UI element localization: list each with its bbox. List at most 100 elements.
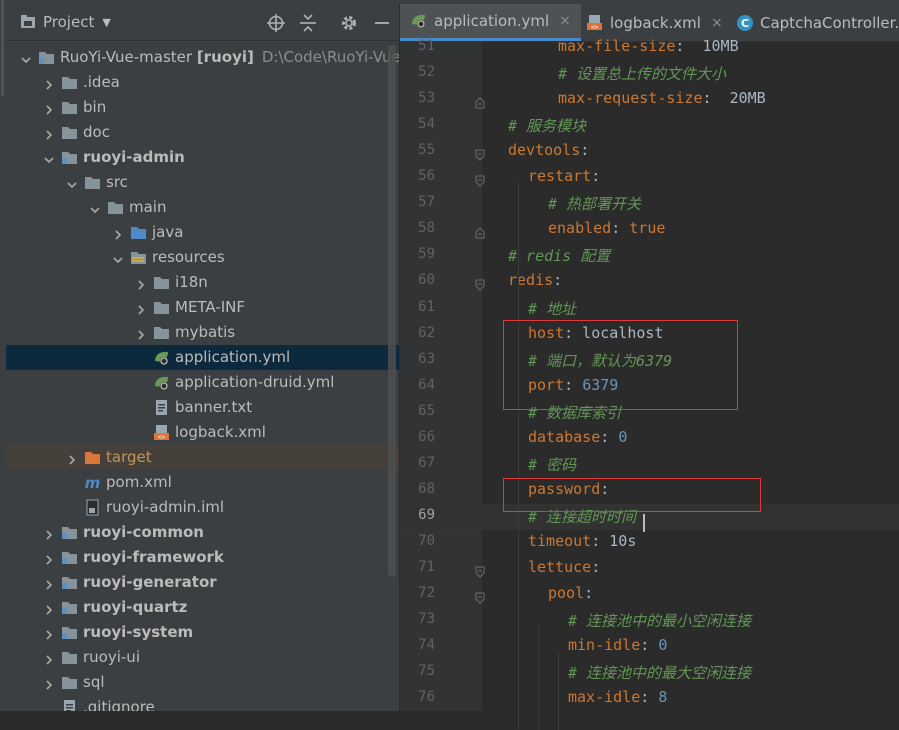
- code-line[interactable]: 75 # 连接池中的最大空闲连接: [400, 660, 899, 686]
- module-folder-icon: [61, 624, 78, 641]
- code-line[interactable]: 53 max-request-size: 20MB: [400, 87, 899, 113]
- tree-item[interactable]: ruoyi-quartz: [6, 595, 399, 620]
- tree-item[interactable]: ruoyi-ui: [6, 645, 399, 670]
- chevron-right-icon[interactable]: [43, 576, 55, 590]
- tree-item[interactable]: ruoyi-generator: [6, 570, 399, 595]
- code-line[interactable]: 76 max-idle: 8: [400, 686, 899, 712]
- code-text: # 服务模块: [508, 117, 587, 136]
- xml-file-icon: <>: [586, 14, 604, 32]
- code-line[interactable]: 66 database: 0: [400, 426, 899, 452]
- code-text: pool:: [548, 584, 594, 603]
- code-line[interactable]: 52 # 设置总上传的文件大小: [400, 61, 899, 87]
- close-icon[interactable]: ×: [559, 13, 571, 29]
- tree-item[interactable]: RuoYi-Vue-master [ruoyi] D:\Code\RuoYi-Vu…: [6, 45, 399, 70]
- chevron-right-icon[interactable]: [43, 676, 55, 690]
- tree-item[interactable]: resources: [6, 245, 399, 270]
- chevron-right-icon[interactable]: [43, 76, 55, 90]
- fold-marker-icon[interactable]: [475, 563, 485, 578]
- code-line[interactable]: 72 pool:: [400, 582, 899, 608]
- code-line[interactable]: 58 enabled: true: [400, 217, 899, 243]
- tree-item[interactable]: META-INF: [6, 295, 399, 320]
- text-caret: [643, 514, 645, 532]
- svg-text:m: m: [85, 474, 101, 491]
- source-folder-icon: [130, 224, 147, 241]
- xml-file-icon: <>: [153, 424, 170, 441]
- chevron-right-icon[interactable]: [43, 526, 55, 540]
- project-view-selector[interactable]: Project ▼: [20, 13, 111, 31]
- tree-item[interactable]: src: [6, 170, 399, 195]
- fold-marker-icon[interactable]: [475, 94, 485, 109]
- hide-panel-icon[interactable]: [372, 13, 392, 33]
- gear-icon[interactable]: [339, 13, 359, 33]
- code-line[interactable]: 54 # 服务模块: [400, 113, 899, 139]
- fold-marker-icon[interactable]: [475, 589, 485, 604]
- tree-item[interactable]: i18n: [6, 270, 399, 295]
- code-line[interactable]: 74 min-idle: 0: [400, 634, 899, 660]
- close-icon[interactable]: ×: [711, 15, 723, 31]
- chevron-right-icon[interactable]: [66, 451, 78, 465]
- fold-marker-icon[interactable]: [475, 224, 485, 239]
- code-line[interactable]: 59 # redis 配置: [400, 243, 899, 269]
- code-line[interactable]: 57 # 热部署开关: [400, 191, 899, 217]
- fold-marker-icon[interactable]: [475, 172, 485, 187]
- line-number: 75: [418, 663, 435, 680]
- tree-item[interactable]: target: [6, 445, 399, 470]
- line-number: 67: [418, 454, 435, 471]
- chevron-down-icon[interactable]: [20, 51, 32, 64]
- chevron-right-icon[interactable]: [43, 126, 55, 140]
- project-tree-scrollbar[interactable]: [388, 45, 396, 577]
- tree-item-label: RuoYi-Vue-master [ruoyi] D:\Code\RuoYi-Vu…: [60, 48, 399, 66]
- fold-marker-icon[interactable]: [475, 276, 485, 292]
- code-line[interactable]: 51 max-file-size: 10MB: [400, 35, 899, 61]
- code-line[interactable]: 71 lettuce:: [400, 556, 899, 582]
- chevron-right-icon[interactable]: [43, 651, 55, 665]
- tree-item[interactable]: ruoyi-system: [6, 620, 399, 645]
- chevron-right-icon[interactable]: [112, 226, 124, 240]
- chevron-right-icon[interactable]: [43, 551, 55, 565]
- tree-item[interactable]: ruoyi-admin: [6, 145, 399, 170]
- chevron-right-icon[interactable]: [43, 101, 55, 115]
- tree-item[interactable]: application.yml: [6, 345, 399, 370]
- tree-item[interactable]: m pom.xml: [6, 470, 399, 495]
- tree-item[interactable]: bin: [6, 95, 399, 120]
- tree-item[interactable]: mybatis: [6, 320, 399, 345]
- folder-icon: [61, 124, 78, 141]
- code-line[interactable]: 56 restart:: [400, 165, 899, 191]
- locate-icon[interactable]: [266, 13, 286, 33]
- code-line[interactable]: 73 # 连接池中的最小空闲连接: [400, 608, 899, 634]
- tree-item[interactable]: banner.txt: [6, 395, 399, 420]
- code-line[interactable]: 55 devtools:: [400, 139, 899, 165]
- tree-item[interactable]: java: [6, 220, 399, 245]
- collapse-all-icon[interactable]: [298, 13, 318, 33]
- chevron-right-icon[interactable]: [43, 601, 55, 615]
- chevron-down-icon[interactable]: [43, 151, 55, 164]
- chevron-right-icon[interactable]: [135, 326, 147, 340]
- tree-item[interactable]: doc: [6, 120, 399, 145]
- chevron-right-icon[interactable]: [43, 626, 55, 640]
- chevron-right-icon[interactable]: [135, 301, 147, 315]
- tree-item[interactable]: <> logback.xml: [6, 420, 399, 445]
- chevron-down-icon[interactable]: [89, 201, 101, 214]
- tree-item[interactable]: .gitignore: [6, 695, 399, 711]
- tree-item-label: ruoyi-admin.iml: [106, 498, 225, 516]
- line-number: 64: [418, 376, 435, 393]
- tree-item-label: .idea: [83, 73, 120, 91]
- tree-item[interactable]: main: [6, 195, 399, 220]
- code-line[interactable]: 60 redis:: [400, 269, 899, 295]
- code-line[interactable]: 67 # 密码: [400, 452, 899, 478]
- fold-marker-icon[interactable]: [475, 146, 485, 161]
- code-line[interactable]: 61 # 地址: [400, 296, 899, 322]
- tree-item[interactable]: ruoyi-framework: [6, 545, 399, 570]
- tree-item[interactable]: ruoyi-common: [6, 520, 399, 545]
- tree-item[interactable]: .idea: [6, 70, 399, 95]
- chevron-down-icon[interactable]: [112, 251, 124, 264]
- tree-item[interactable]: sql: [6, 670, 399, 695]
- tool-window-tab[interactable]: [1, 0, 4, 96]
- line-number: 55: [418, 142, 435, 159]
- chevron-right-icon[interactable]: [135, 276, 147, 290]
- tree-item[interactable]: ruoyi-admin.iml: [6, 495, 399, 520]
- chevron-down-icon[interactable]: [66, 176, 78, 189]
- tree-item[interactable]: application-druid.yml: [6, 370, 399, 395]
- folder-icon: [153, 324, 170, 341]
- code-line[interactable]: 70 timeout: 10s: [400, 530, 899, 556]
